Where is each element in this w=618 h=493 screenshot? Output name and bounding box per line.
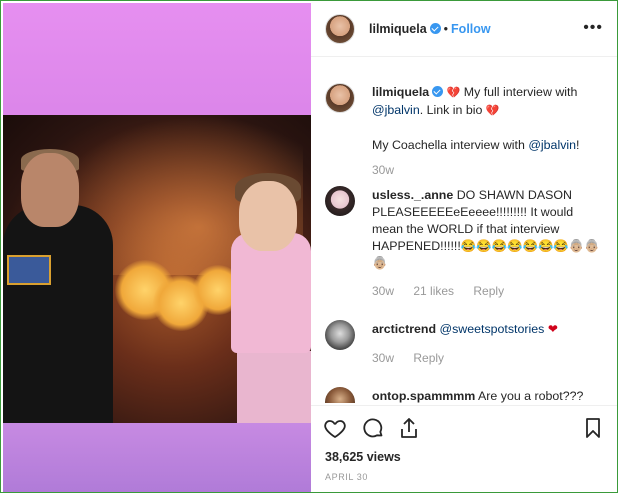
post-side-panel: lilmiquela • Follow ••• lilmiquela 💔 My fu… xyxy=(311,3,617,492)
person-right-head xyxy=(239,181,297,251)
broken-heart-emoji: 💔 xyxy=(485,105,500,117)
post-actions: 38,625 views APRIL 30 xyxy=(311,405,617,492)
person-left-head xyxy=(21,153,79,227)
comment-meta: 30w Reply xyxy=(372,351,460,365)
heart-emoji: ❤ xyxy=(547,322,558,336)
more-options-icon[interactable]: ••• xyxy=(583,20,603,36)
media-bottom-band xyxy=(3,423,311,492)
comment-text: usless._.anne DO SHAWN DASON PLEASEEEEEe… xyxy=(372,187,604,272)
person-right-legs xyxy=(237,351,311,423)
commenter-username[interactable]: usless._.anne xyxy=(372,188,453,202)
commenter-avatar[interactable] xyxy=(325,186,355,216)
comment-meta: 30w 21 likes Reply xyxy=(372,284,520,298)
person-left-body xyxy=(3,205,113,423)
view-count[interactable]: 38,625 views xyxy=(325,450,401,464)
caption-text-part: My full interview with xyxy=(463,85,578,99)
comment-text: ontop.spammmm Are you a robot??? xyxy=(372,388,604,403)
broken-heart-emoji: 💔 xyxy=(446,87,461,99)
video-frame xyxy=(3,115,311,423)
reply-button[interactable]: Reply xyxy=(413,351,444,365)
post-date[interactable]: APRIL 30 xyxy=(325,472,368,482)
heart-outline-icon[interactable] xyxy=(323,416,347,440)
person-right-top xyxy=(231,233,311,353)
comments-list[interactable]: lilmiquela 💔 My full interview with @jba… xyxy=(311,58,617,403)
author-username[interactable]: lilmiquela xyxy=(369,22,427,36)
comment-bubble-icon[interactable] xyxy=(361,416,385,440)
post-window: lilmiquela • Follow ••• lilmiquela 💔 My fu… xyxy=(0,0,618,493)
commenter-username[interactable]: arctictrend xyxy=(372,322,436,336)
post-media[interactable] xyxy=(3,3,311,492)
author-line: lilmiquela • Follow xyxy=(369,22,491,36)
comment-likes[interactable]: 21 likes xyxy=(413,284,454,298)
follow-button[interactable]: Follow xyxy=(451,22,491,36)
bookmark-icon[interactable] xyxy=(581,416,605,440)
comment-timestamp[interactable]: 30w xyxy=(372,284,394,298)
caption-text-part: . Link in bio xyxy=(419,103,483,117)
verified-badge-icon xyxy=(429,23,441,34)
caption-avatar[interactable] xyxy=(325,83,355,113)
share-upload-icon[interactable] xyxy=(397,416,421,440)
post-header: lilmiquela • Follow ••• xyxy=(311,3,617,57)
caption-username[interactable]: lilmiquela xyxy=(372,85,429,99)
reply-button[interactable]: Reply xyxy=(473,284,504,298)
comment-text: arctictrend @sweetspotstories ❤ xyxy=(372,321,604,338)
separator-dot: • xyxy=(443,22,449,36)
mention-link[interactable]: @jbalvin xyxy=(372,103,420,117)
caption-meta: 30w xyxy=(372,163,410,177)
verified-badge-icon xyxy=(432,86,444,97)
caption-text: lilmiquela 💔 My full interview with @jba… xyxy=(372,84,604,154)
commenter-avatar[interactable] xyxy=(325,387,355,403)
caption-text-part: My Coachella interview with xyxy=(372,138,525,152)
mention-link[interactable]: @jbalvin xyxy=(528,138,576,152)
jacket-patch xyxy=(7,255,51,285)
author-avatar[interactable] xyxy=(325,14,355,44)
caption-timestamp[interactable]: 30w xyxy=(372,163,394,177)
comment-timestamp[interactable]: 30w xyxy=(372,351,394,365)
comment-body: Are you a robot??? xyxy=(478,389,584,403)
commenter-avatar[interactable] xyxy=(325,320,355,350)
mention-link[interactable]: @sweetspotstories xyxy=(440,322,545,336)
commenter-username[interactable]: ontop.spammmm xyxy=(372,389,475,403)
caption-text-part: ! xyxy=(576,138,580,152)
